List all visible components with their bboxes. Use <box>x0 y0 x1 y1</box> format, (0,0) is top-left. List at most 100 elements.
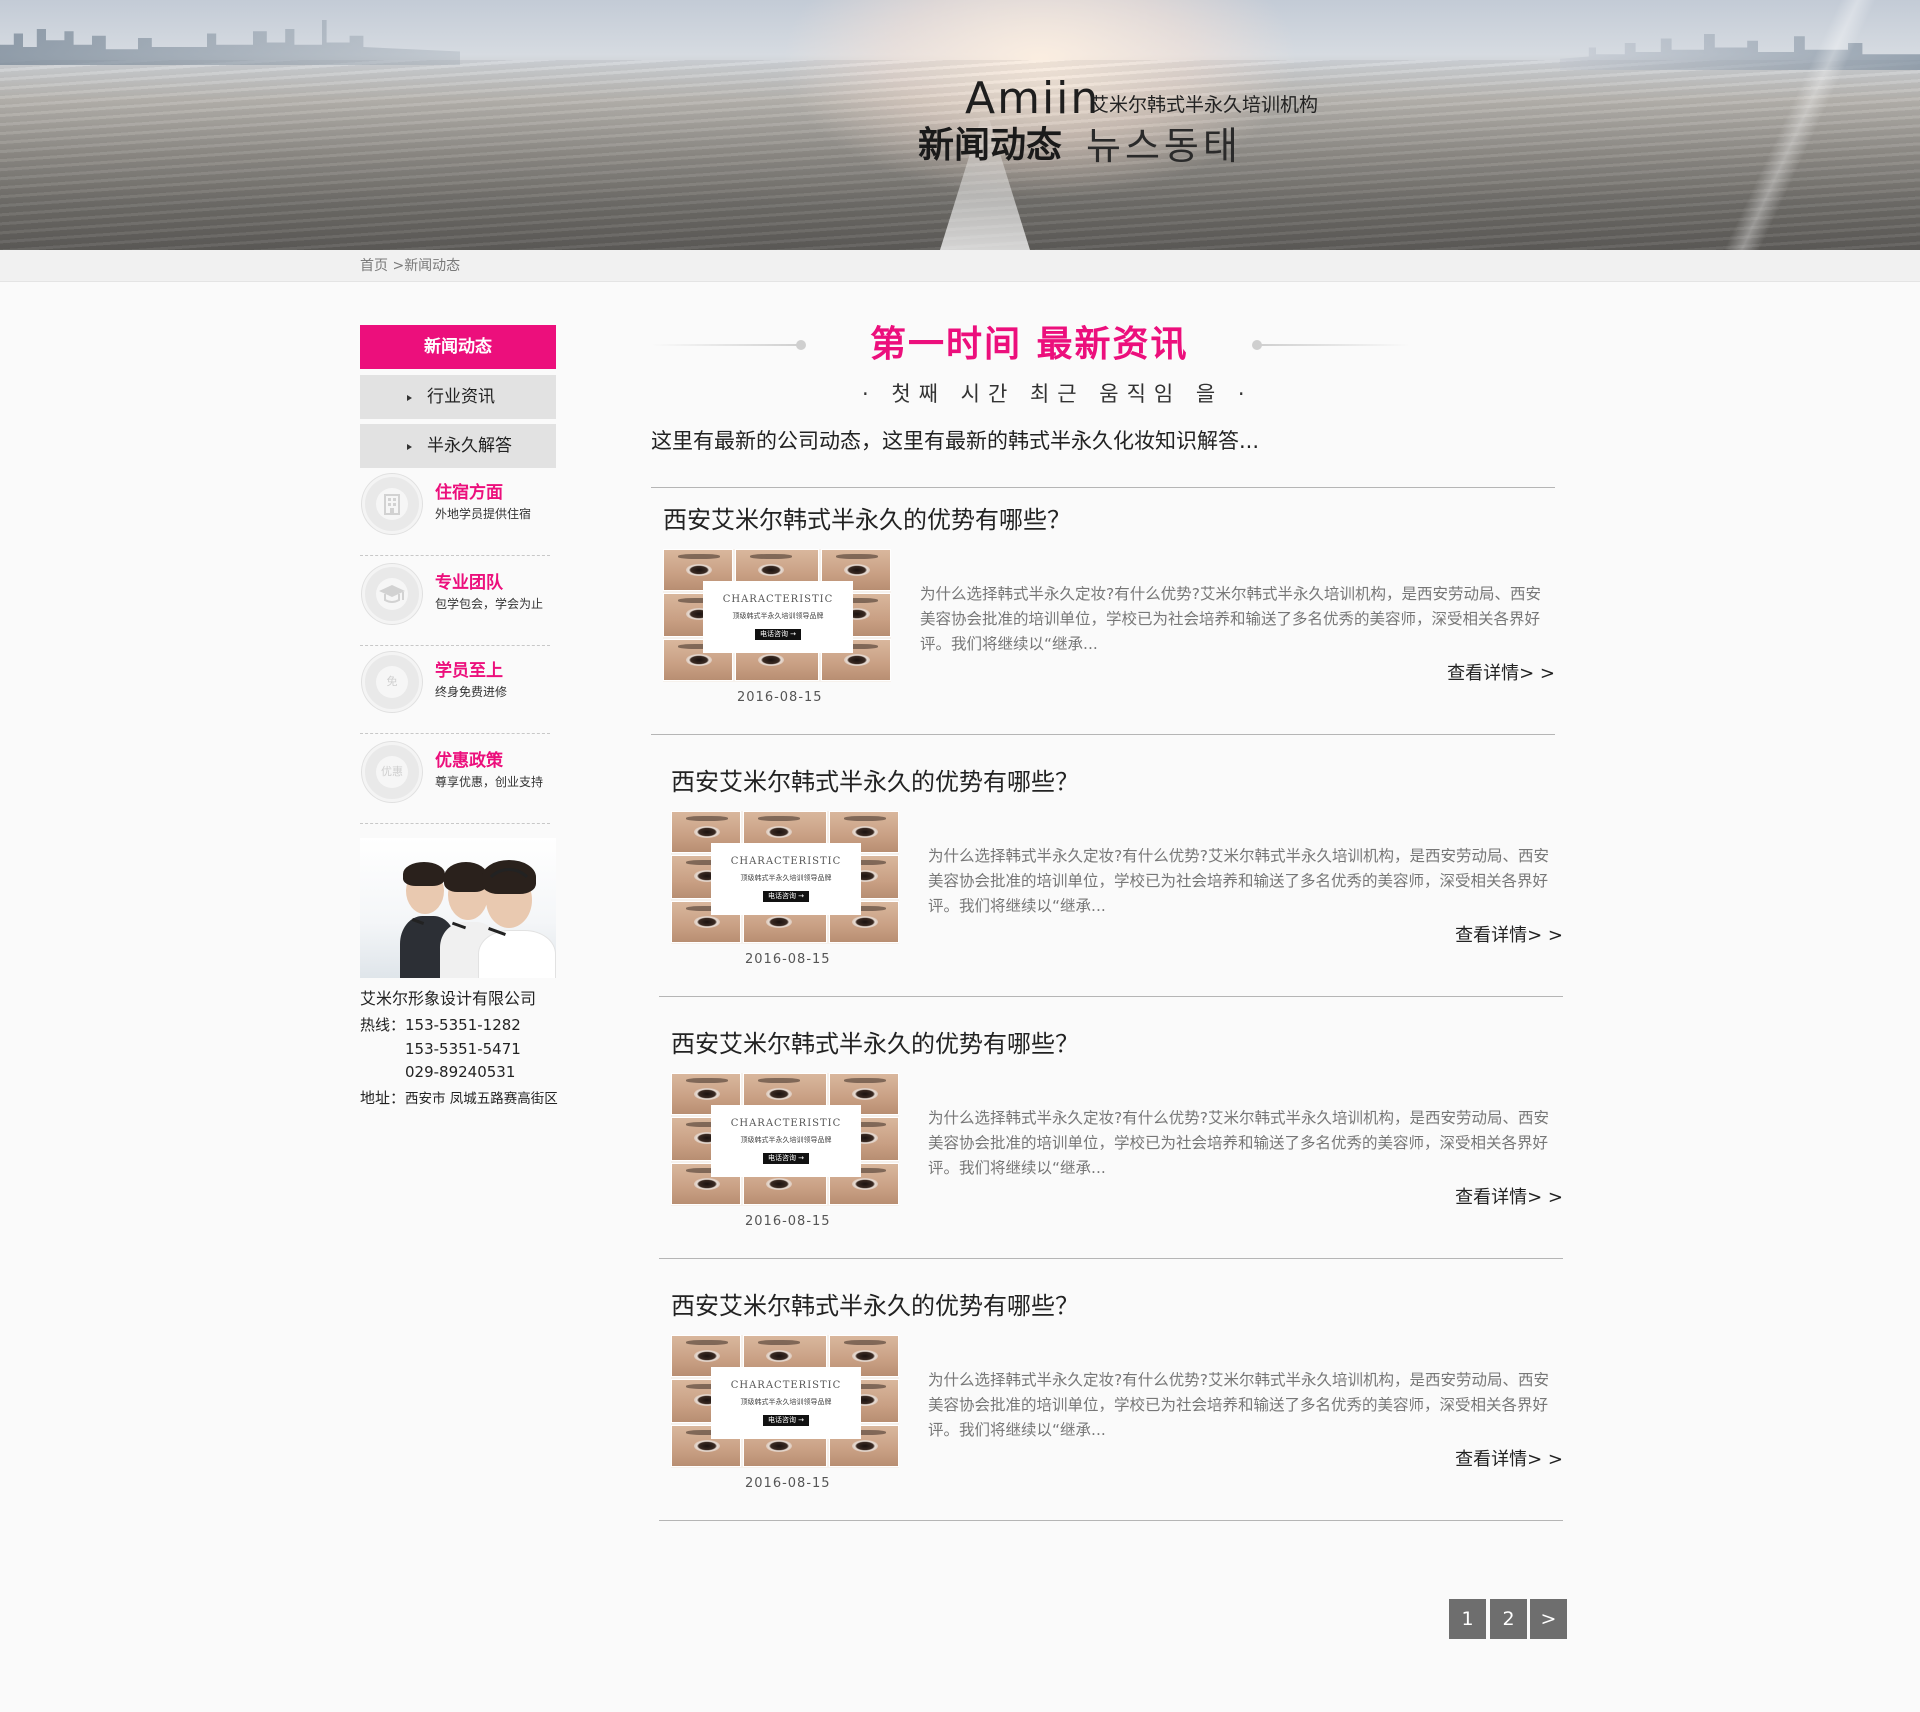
article-title[interactable]: 西安艾米尔韩式半永久的优势有哪些？ <box>663 504 1071 536</box>
article-thumbnail[interactable]: CHARACTERISTIC 顶级韩式半永久培训领导品牌 电话咨询 → <box>671 811 899 944</box>
feature-divider <box>360 823 550 824</box>
hotline-row: 热线：153-5351-1282 <box>360 1014 521 1036</box>
thumbnail-line: 顶级韩式半永久培训领导品牌 <box>740 1398 832 1406</box>
thumbnail-heading: CHARACTERISTIC <box>730 1380 842 1391</box>
sidebar-item-industry-news[interactable]: 行业资讯 <box>360 375 556 419</box>
city-skyline-left <box>0 20 460 65</box>
article-divider-top <box>651 487 1555 488</box>
thumbnail-heading: CHARACTERISTIC <box>730 1118 842 1129</box>
discount-icon: 优惠 <box>362 742 422 802</box>
title-decor-dot-left <box>796 340 806 350</box>
page-button-2[interactable]: 2 <box>1490 1599 1527 1639</box>
address-row: 地址：西安市 凤城五路赛高街区 <box>360 1087 558 1110</box>
breadcrumb-home-link[interactable]: 首页 <box>360 258 388 274</box>
read-more-link[interactable]: 查看详情> > <box>1447 662 1555 686</box>
article-date: 2016-08-15 <box>745 952 831 967</box>
read-more-link[interactable]: 查看详情> > <box>1455 1186 1563 1210</box>
next-page-button[interactable]: > <box>1530 1599 1567 1639</box>
address-label: 地址： <box>360 1089 406 1107</box>
building-icon <box>362 474 422 534</box>
feature-accommodation: 住宿方面 外地学员提供住宿 <box>360 470 550 556</box>
phone-number[interactable]: 029-89240531 <box>405 1061 515 1083</box>
article-divider-bottom <box>651 734 1555 735</box>
article-card: 西安艾米尔韩式半永久的优势有哪些？ CHARACTERISTIC 顶级韩式半永久… <box>659 749 1563 997</box>
graduation-cap-icon-glyph <box>379 585 405 603</box>
sidebar-item-semi-permanent-answers[interactable]: 半永久解答 <box>360 424 556 468</box>
breadcrumb-current[interactable]: 新闻动态 <box>404 258 460 274</box>
feature-professional-team: 专业团队 包学包会，学会为止 <box>360 560 550 646</box>
article-divider-bottom <box>659 996 1563 997</box>
brand-logo-text: Amiin <box>965 73 1101 124</box>
sidebar-item-label: 行业资讯 <box>427 387 495 407</box>
company-name: 艾米尔形象设计有限公司 <box>360 989 537 1008</box>
customer-service-photo <box>360 838 556 978</box>
thumbnail-heading: CHARACTERISTIC <box>730 856 842 867</box>
breadcrumb-bar: 首页 >新闻动态 <box>0 250 1920 282</box>
triangle-right-icon <box>407 444 412 450</box>
light-flare <box>1680 0 1920 250</box>
article-description: 为什么选择韩式半永久定妆?有什么优势?艾米尔韩式半永久培训机构，是西安劳动局、西… <box>928 847 1549 915</box>
article-thumbnail[interactable]: CHARACTERISTIC 顶级韩式半永久培训领导品牌 电话咨询 → <box>671 1073 899 1206</box>
breadcrumb: 首页 >新闻动态 <box>360 257 460 275</box>
article-title[interactable]: 西安艾米尔韩式半永久的优势有哪些？ <box>671 766 1079 798</box>
thumbnail-button: 电话咨询 → <box>762 1415 810 1426</box>
feature-subtitle: 尊享优惠，创业支持 <box>435 775 544 789</box>
brand-subtitle: 艾米尔韩式半永久培训机构 <box>1090 94 1319 116</box>
article-thumbnail[interactable]: CHARACTERISTIC 顶级韩式半永久培训领导品牌 电话咨询 → <box>671 1335 899 1468</box>
breadcrumb-separator: > <box>388 258 405 274</box>
sidebar-item-label: 半永久解答 <box>427 436 512 456</box>
hero-banner: Amiin 艾米尔韩式半永久培训机构 新闻动态 뉴스동태 <box>0 0 1920 250</box>
section-subtitle-korean: · 첫째 시간 최근 움직임 을 · <box>862 382 1253 406</box>
feature-subtitle: 终身免费进修 <box>435 685 508 699</box>
thumbnail-button: 电话咨询 → <box>762 1153 810 1164</box>
section-intro: 这里有最新的公司动态，这里有最新的韩式半永久化妆知识解答... <box>651 429 1260 453</box>
thumbnail-card: CHARACTERISTIC 顶级韩式半永久培训领导品牌 电话咨询 → <box>703 581 853 653</box>
feature-discount-policy: 优惠 优惠政策 尊享优惠，创业支持 <box>360 738 550 824</box>
page-button-1[interactable]: 1 <box>1449 1599 1486 1639</box>
feature-title: 优惠政策 <box>435 751 503 771</box>
thumbnail-heading: CHARACTERISTIC <box>722 594 834 605</box>
feature-divider <box>360 645 550 646</box>
address-text: 西安市 凤城五路赛高街区 <box>405 1091 558 1107</box>
title-decor-line-right <box>1260 344 1410 346</box>
graduation-cap-icon <box>362 564 422 624</box>
feature-title: 住宿方面 <box>435 483 503 503</box>
feature-divider <box>360 555 550 556</box>
sidebar-heading[interactable]: 新闻动态 <box>360 325 556 369</box>
feature-subtitle: 包学包会，学会为止 <box>435 597 544 611</box>
feature-title: 专业团队 <box>435 573 503 593</box>
thumbnail-line: 顶级韩式半永久培训领导品牌 <box>740 1136 832 1144</box>
article-description: 为什么选择韩式半永久定妆?有什么优势?艾米尔韩式半永久培训机构，是西安劳动局、西… <box>920 585 1541 653</box>
feature-students-first: 免 学员至上 终身免费进修 <box>360 648 550 734</box>
thumbnail-button: 电话咨询 → <box>754 629 802 640</box>
thumbnail-card: CHARACTERISTIC 顶级韩式半永久培训领导品牌 电话咨询 → <box>711 843 861 915</box>
headset-icon <box>482 868 536 922</box>
section-title: 第一时间 最新资讯 <box>870 324 1189 365</box>
feature-title: 学员至上 <box>435 661 503 681</box>
feature-subtitle: 外地学员提供住宿 <box>435 507 532 521</box>
article-date: 2016-08-15 <box>745 1476 831 1491</box>
thumbnail-card: CHARACTERISTIC 顶级韩式半永久培训领导品牌 电话咨询 → <box>711 1367 861 1439</box>
thumbnail-button: 电话咨询 → <box>762 891 810 902</box>
article-title[interactable]: 西安艾米尔韩式半永久的优势有哪些？ <box>671 1028 1079 1060</box>
article-divider-bottom <box>659 1258 1563 1259</box>
phone-number[interactable]: 153-5351-5471 <box>405 1038 521 1060</box>
feature-divider <box>360 733 550 734</box>
thumbnail-line: 顶级韩式半永久培训领导品牌 <box>732 612 824 620</box>
phone-number[interactable]: 153-5351-1282 <box>405 1016 521 1034</box>
title-decor-line-left <box>651 344 801 346</box>
article-card: 西安艾米尔韩式半永久的优势有哪些？ CHARACTERISTIC 顶级韩式半永久… <box>651 487 1555 735</box>
article-description: 为什么选择韩式半永久定妆?有什么优势?艾米尔韩式半永久培训机构，是西安劳动局、西… <box>928 1371 1549 1439</box>
article-description: 为什么选择韩式半永久定妆?有什么优势?艾米尔韩式半永久培训机构，是西安劳动局、西… <box>928 1109 1549 1177</box>
article-date: 2016-08-15 <box>745 1214 831 1229</box>
banner-title-korean: 뉴스동태 <box>1086 124 1242 168</box>
article-thumbnail[interactable]: CHARACTERISTIC 顶级韩式半永久培训领导品牌 电话咨询 → <box>663 549 891 682</box>
free-icon-text: 免 <box>376 666 408 698</box>
article-card: 西安艾米尔韩式半永久的优势有哪些？ CHARACTERISTIC 顶级韩式半永久… <box>659 1273 1563 1521</box>
hotline-label: 热线： <box>360 1016 406 1034</box>
read-more-link[interactable]: 查看详情> > <box>1455 1448 1563 1472</box>
read-more-link[interactable]: 查看详情> > <box>1455 924 1563 948</box>
article-date: 2016-08-15 <box>737 690 823 705</box>
article-title[interactable]: 西安艾米尔韩式半永久的优势有哪些？ <box>671 1290 1079 1322</box>
free-icon: 免 <box>362 652 422 712</box>
